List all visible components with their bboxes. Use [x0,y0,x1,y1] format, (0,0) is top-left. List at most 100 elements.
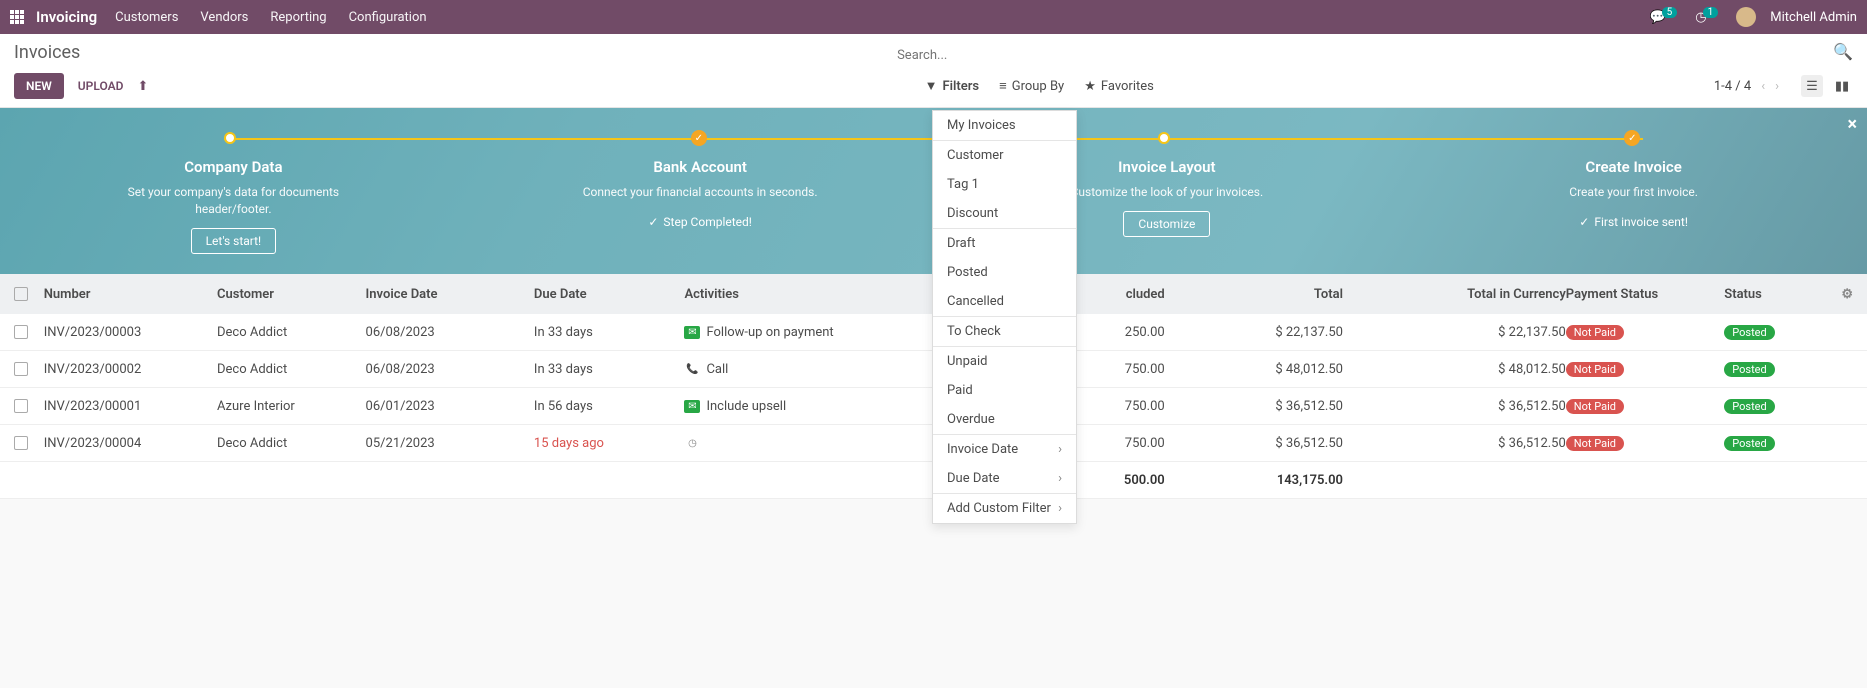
step-company-data: Company DataSet your company's data for … [0,158,467,254]
cell-due-date: In 33 days [534,325,685,340]
cell-payment-status: Not Paid [1566,362,1724,377]
filter-draft[interactable]: Draft [933,229,1076,258]
cell-status: Posted [1724,399,1823,414]
upload-icon[interactable]: ⬆ [137,79,148,94]
cell-payment-status: Not Paid [1566,436,1724,451]
favorites-tool[interactable]: ★ Favorites [1084,79,1154,94]
filter-unpaid[interactable]: Unpaid [933,347,1076,376]
cell-number: INV/2023/00004 [44,436,217,451]
filters-tool[interactable]: ▼ Filters [925,78,980,94]
cell-total: $ 48,012.50 [1165,362,1343,377]
filter-tag1[interactable]: Tag 1 [933,170,1076,199]
search-input[interactable] [895,42,1825,69]
app-brand[interactable]: Invoicing [36,8,97,26]
cell-number: INV/2023/00001 [44,399,217,414]
filter-paid[interactable]: Paid [933,376,1076,405]
avatar[interactable] [1736,7,1756,27]
close-icon[interactable]: × [1847,114,1857,135]
cell-currency-total: $ 22,137.50 [1343,325,1566,340]
new-button[interactable]: NEW [14,73,64,99]
filter-to-check[interactable]: To Check [933,317,1076,346]
top-navbar: Invoicing Customers Vendors Reporting Co… [0,0,1867,34]
title-bar: Invoices 🔍 [0,34,1867,69]
cell-status: Posted [1724,362,1823,377]
main-menu: Customers Vendors Reporting Configuratio… [115,10,1649,25]
row-checkbox[interactable] [14,362,28,376]
filter-discount[interactable]: Discount [933,199,1076,228]
filter-customer[interactable]: Customer [933,141,1076,170]
groupby-tool[interactable]: ≡ Group By [999,78,1064,94]
step-completed-label: ✓ Step Completed! [648,215,752,229]
cell-number: INV/2023/00003 [44,325,217,340]
menu-customers[interactable]: Customers [115,10,178,25]
cell-payment-status: Not Paid [1566,325,1724,340]
list-view-icon[interactable]: ☰ [1801,75,1823,97]
step-create-invoice: Create InvoiceCreate your first invoice.… [1400,158,1867,230]
search-icon[interactable]: 🔍 [1833,42,1853,61]
filters-dropdown: My Invoices Customer Tag 1 Discount Draf… [932,110,1077,524]
user-name[interactable]: Mitchell Admin [1770,10,1857,25]
row-checkbox[interactable] [14,325,28,339]
row-checkbox[interactable] [14,399,28,413]
page-title: Invoices [14,42,80,63]
cell-currency-total: $ 36,512.50 [1343,399,1566,414]
menu-reporting[interactable]: Reporting [270,10,326,25]
cell-payment-status: Not Paid [1566,399,1724,414]
cell-customer: Deco Addict [217,325,366,340]
filter-my-invoices[interactable]: My Invoices [933,111,1076,140]
filter-overdue[interactable]: Overdue [933,405,1076,434]
activities-icon[interactable]: ◷1 [1695,10,1722,25]
cell-customer: Deco Addict [217,362,366,377]
filter-add-custom[interactable]: Add Custom Filter [933,494,1076,523]
col-total-currency[interactable]: Total in Currency [1343,287,1566,302]
invoice-sent-label: ✓ First invoice sent! [1579,215,1688,229]
filter-cancelled[interactable]: Cancelled [933,287,1076,316]
customize-button[interactable]: Customize [1123,211,1210,237]
col-total[interactable]: Total [1165,287,1343,302]
cell-invoice-date: 06/08/2023 [366,325,534,340]
cell-customer: Azure Interior [217,399,366,414]
cell-status: Posted [1724,436,1823,451]
filter-due-date[interactable]: Due Date [933,464,1076,493]
menu-vendors[interactable]: Vendors [200,10,248,25]
upload-button[interactable]: UPLOAD [78,79,124,93]
cell-currency-total: $ 48,012.50 [1343,362,1566,377]
col-number[interactable]: Number [44,287,217,302]
cell-due-date: In 56 days [534,399,685,414]
menu-configuration[interactable]: Configuration [349,10,427,25]
clock-icon[interactable]: ◷ [684,437,700,450]
col-status[interactable]: Status [1724,287,1823,302]
cell-total: $ 22,137.50 [1165,325,1343,340]
cell-invoice-date: 06/08/2023 [366,362,534,377]
pager-next-icon[interactable]: › [1775,79,1779,94]
cell-customer: Deco Addict [217,436,366,451]
kanban-view-icon[interactable]: ▮▮ [1831,75,1853,97]
pager-text: 1-4 / 4 [1714,79,1751,94]
col-due-date[interactable]: Due Date [534,287,685,302]
lets-start-button[interactable]: Let's start! [191,228,277,254]
phone-icon[interactable]: 📞 [684,363,700,376]
col-payment-status[interactable]: Payment Status [1566,287,1724,302]
filter-posted[interactable]: Posted [933,258,1076,287]
messages-icon[interactable]: 💬5 [1649,10,1681,25]
select-all-checkbox[interactable] [14,287,28,301]
control-bar: NEW UPLOAD ⬆ ▼ Filters ≡ Group By ★ Favo… [0,69,1867,108]
cell-due-date: In 33 days [534,362,685,377]
cell-invoice-date: 05/21/2023 [366,436,534,451]
step-bank-account: Bank AccountConnect your financial accou… [467,158,934,230]
pager-prev-icon[interactable]: ‹ [1761,79,1765,94]
envelope-icon[interactable]: ✉ [684,326,700,339]
column-options-icon[interactable]: ⚙ [1823,287,1853,302]
col-invoice-date[interactable]: Invoice Date [366,287,534,302]
apps-icon[interactable] [10,10,28,24]
cell-currency-total: $ 36,512.50 [1343,436,1566,451]
cell-number: INV/2023/00002 [44,362,217,377]
col-customer[interactable]: Customer [217,287,366,302]
envelope-icon[interactable]: ✉ [684,400,700,413]
row-checkbox[interactable] [14,436,28,450]
cell-total: $ 36,512.50 [1165,436,1343,451]
cell-due-date: 15 days ago [534,436,685,451]
filter-invoice-date[interactable]: Invoice Date [933,435,1076,464]
cell-total: $ 36,512.50 [1165,399,1343,414]
cell-status: Posted [1724,325,1823,340]
